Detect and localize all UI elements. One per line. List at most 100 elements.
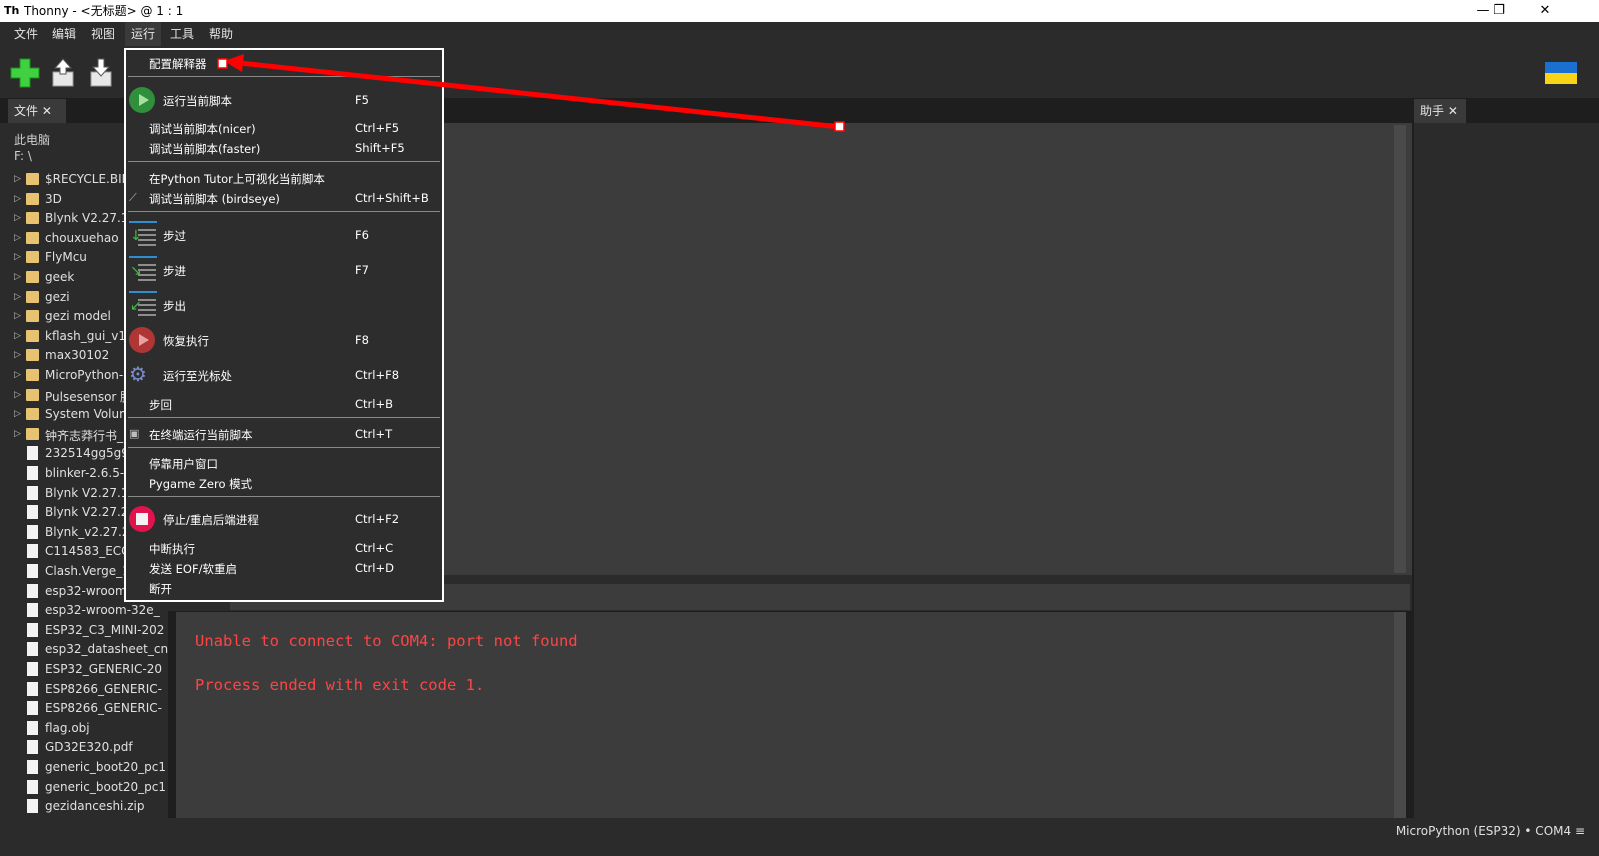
folder-icon xyxy=(26,173,39,185)
menu-separator xyxy=(128,496,440,497)
tree-file-row[interactable]: ESP8266_GENERIC- xyxy=(0,699,168,719)
location-computer[interactable]: 此电脑 xyxy=(14,131,50,148)
menu-item-shortcut: Ctrl+D xyxy=(355,561,394,575)
menu-item-shortcut: Ctrl+B xyxy=(355,397,393,411)
menu-disconnect[interactable]: 断开 xyxy=(126,578,442,598)
expand-arrow-icon[interactable]: ▷ xyxy=(14,213,21,223)
expand-arrow-icon[interactable]: ▷ xyxy=(14,390,21,400)
location-drive[interactable]: F: \ xyxy=(14,149,32,163)
tree-item-name: chouxuehao xyxy=(45,230,119,245)
tree-item-name: 钟齐志莽行书_ xyxy=(45,428,124,443)
file-icon xyxy=(27,681,38,696)
expand-arrow-icon[interactable]: ▷ xyxy=(14,292,21,302)
expand-arrow-icon[interactable]: ▷ xyxy=(14,233,21,243)
interpreter-status[interactable]: MicroPython (ESP32) • COM4 ≡ xyxy=(1396,824,1585,838)
menu-step-back[interactable]: 步回 Ctrl+B xyxy=(126,394,442,414)
shell-exit-line: Process ended with exit code 1. xyxy=(195,676,485,694)
editor-scrollbar[interactable] xyxy=(1394,125,1406,573)
run-to-cursor-icon: ⚙ xyxy=(129,362,147,386)
shell-scrollbar[interactable] xyxy=(1394,612,1406,818)
file-icon xyxy=(27,446,38,461)
tree-file-row[interactable]: flag.obj xyxy=(0,719,168,739)
menu-run-to-cursor[interactable]: ⚙ 运行至光标处 Ctrl+F8 xyxy=(126,358,442,392)
menu-run-current-script[interactable]: 运行当前脚本 F5 xyxy=(126,83,442,117)
menu-stop-restart-backend[interactable]: 停止/重启后端进程 Ctrl+F2 xyxy=(126,502,442,536)
menu-debug-nicer[interactable]: 调试当前脚本(nicer) Ctrl+F5 xyxy=(126,118,442,138)
flag-blue-stripe xyxy=(1545,62,1577,73)
file-icon xyxy=(27,642,38,657)
menu-python-tutor[interactable]: 在Python Tutor上可视化当前脚本 xyxy=(126,168,442,188)
menu-item-shortcut: Ctrl+C xyxy=(355,541,394,555)
open-file-icon[interactable] xyxy=(46,56,80,90)
menu-step-out[interactable]: ↙ 步出 xyxy=(126,288,442,322)
tree-item-name: esp32-wroom-32e_ xyxy=(45,603,160,618)
file-icon xyxy=(27,505,38,520)
expand-arrow-icon[interactable]: ▷ xyxy=(14,429,21,439)
menu-edit[interactable]: 编辑 xyxy=(46,22,82,46)
menu-tools[interactable]: 工具 xyxy=(164,22,200,46)
menu-debug-birdseye[interactable]: ⟋ 调试当前脚本 (birdseye) Ctrl+Shift+B xyxy=(126,188,442,208)
menu-dock-user-window[interactable]: 停靠用户窗口 xyxy=(126,453,442,473)
save-file-icon[interactable] xyxy=(84,56,118,90)
expand-arrow-icon[interactable]: ▷ xyxy=(14,252,21,262)
step-into-icon: ↘ xyxy=(129,256,157,282)
menu-debug-faster[interactable]: 调试当前脚本(faster) Shift+F5 xyxy=(126,138,442,158)
menu-configure-interpreter[interactable]: 配置解释器 xyxy=(126,53,442,73)
tree-item-name: ESP8266_GENERIC- xyxy=(45,701,162,716)
expand-arrow-icon[interactable]: ▷ xyxy=(14,331,21,341)
tree-file-row[interactable]: esp32_datasheet_cn xyxy=(0,640,168,660)
expand-arrow-icon[interactable]: ▷ xyxy=(14,272,21,282)
tab-assistant[interactable]: 助手 ✕ xyxy=(1414,99,1466,123)
expand-arrow-icon[interactable]: ▷ xyxy=(14,311,21,321)
tree-item-name: gezidanceshi.zip xyxy=(45,799,145,814)
menu-file[interactable]: 文件 xyxy=(8,22,44,46)
menu-item-label: 停靠用户窗口 xyxy=(149,457,218,471)
window-title: Thonny - <无标题> @ 1 : 1 xyxy=(24,4,184,18)
menu-item-label: 运行至光标处 xyxy=(163,369,232,383)
expand-arrow-icon[interactable]: ▷ xyxy=(14,194,21,204)
tree-item-name: Clash.Verge_1 xyxy=(45,564,130,578)
file-icon xyxy=(27,583,38,598)
expand-arrow-icon[interactable]: ▷ xyxy=(14,174,21,184)
tree-file-row[interactable]: ESP8266_GENERIC- xyxy=(0,680,168,700)
menu-run-in-terminal[interactable]: ▣ 在终端运行当前脚本 Ctrl+T xyxy=(126,424,442,444)
close-button[interactable]: ✕ xyxy=(1522,0,1568,22)
menu-view[interactable]: 视图 xyxy=(85,22,121,46)
folder-icon xyxy=(26,290,39,303)
menu-item-label: 发送 EOF/软重启 xyxy=(149,562,237,576)
run-icon xyxy=(129,87,155,113)
tree-item-name: MicroPython-1 xyxy=(45,368,131,382)
restore-button[interactable]: ❐ xyxy=(1476,0,1522,22)
expand-arrow-icon[interactable]: ▷ xyxy=(14,370,21,380)
folder-icon xyxy=(26,231,39,244)
step-out-icon: ↙ xyxy=(129,291,157,317)
tree-item-name: ESP8266_GENERIC- xyxy=(45,681,162,696)
tree-file-row[interactable]: ESP32_C3_MINI-202 xyxy=(0,621,168,641)
expand-arrow-icon[interactable]: ▷ xyxy=(14,409,21,419)
file-icon xyxy=(27,544,38,559)
new-file-icon[interactable] xyxy=(8,56,42,90)
tree-file-row[interactable]: generic_boot20_pc1 xyxy=(0,778,168,798)
menu-item-shortcut: Ctrl+T xyxy=(355,427,393,441)
file-icon xyxy=(27,564,38,578)
menu-help[interactable]: 帮助 xyxy=(203,22,239,46)
tree-file-row[interactable]: gezidanceshi.zip xyxy=(0,797,168,817)
tree-file-row[interactable]: generic_boot20_pc1 xyxy=(0,758,168,778)
tree-file-row[interactable]: ESP32_GENERIC-20 xyxy=(0,660,168,680)
ukraine-flag-icon[interactable] xyxy=(1545,62,1577,84)
menu-separator xyxy=(128,76,440,77)
tree-file-row[interactable]: esp32-wroom-32e_ xyxy=(0,601,168,621)
menu-step-over[interactable]: ↓ 步过 F6 xyxy=(126,218,442,252)
tab-files[interactable]: 文件 ✕ xyxy=(8,99,66,123)
tree-file-row[interactable]: GD32E320.pdf xyxy=(0,738,168,758)
menu-run[interactable]: 运行 xyxy=(125,22,162,46)
menu-send-eof[interactable]: 发送 EOF/软重启 Ctrl+D xyxy=(126,558,442,578)
expand-arrow-icon[interactable]: ▷ xyxy=(14,350,21,360)
menu-item-shortcut: Ctrl+Shift+B xyxy=(355,191,429,205)
menu-item-label: 步出 xyxy=(163,299,186,313)
menu-resume[interactable]: 恢复执行 F8 xyxy=(126,323,442,357)
menu-interrupt[interactable]: 中断执行 Ctrl+C xyxy=(126,538,442,558)
menu-step-into[interactable]: ↘ 步进 F7 xyxy=(126,253,442,287)
menu-pygame-zero[interactable]: Pygame Zero 模式 xyxy=(126,473,442,493)
file-icon xyxy=(27,799,38,814)
